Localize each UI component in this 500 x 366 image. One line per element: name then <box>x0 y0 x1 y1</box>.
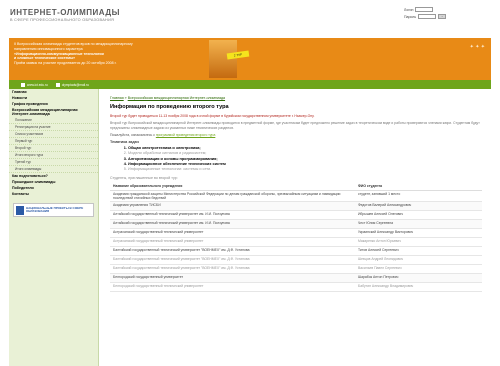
institution-cell: Балтийский государственный технический у… <box>110 264 355 274</box>
institution-cell: Алтайский государственный технический ун… <box>110 219 355 229</box>
table-header-row: Название образовательного учреждения ФИО… <box>110 182 482 191</box>
breadcrumb: Главная » Всероссийская междисциплинарна… <box>110 96 490 100</box>
breadcrumb-current[interactable]: Всероссийская междисциплинарная Интернет… <box>128 96 225 100</box>
banner-line-5: Приём заявок на участие продлевается до … <box>14 61 117 66</box>
column-header-institution: Название образовательного учреждения <box>110 182 355 191</box>
sidebar-item[interactable]: Второй тур <box>9 145 98 152</box>
sidebar-item[interactable]: Список участников <box>9 131 98 138</box>
page-title: Информация по проведению второго тура <box>110 104 229 110</box>
national-projects-icon <box>16 205 24 215</box>
banner-text: II Всероссийская олимпиада студентов вуз… <box>14 42 204 66</box>
institution-cell: Белгородский государственный технический… <box>110 282 355 292</box>
national-projects-banner[interactable]: НАЦИОНАЛЬНЫЕ ПРОЕКТЫ В СФЕРЕ ОБРАЗОВАНИЯ <box>13 203 94 217</box>
home-icon <box>21 82 25 87</box>
student-cell: Шарабок Антон Петрович <box>355 273 482 283</box>
national-projects-label: НАЦИОНАЛЬНЫЕ ПРОЕКТЫ В СФЕРЕ ОБРАЗОВАНИЯ <box>25 205 84 213</box>
subnav-link-mail[interactable]: olympiads@mail.ru <box>55 82 89 87</box>
table-row: Балтийский государственный технический у… <box>110 255 482 265</box>
banner-line-1: II Всероссийская олимпиада студентов вуз… <box>14 42 133 46</box>
sidebar-item[interactable]: Регистрация на участие <box>9 124 98 131</box>
student-cell: студент, занявший 1 место <box>355 190 482 202</box>
sidebar-menu: Главная Новости График проведения Всероссий… <box>9 89 98 197</box>
login-label: Логин <box>404 7 414 12</box>
sidebar: Главная Новости График проведения Всероссий… <box>9 89 99 366</box>
student-cell: Бабутин Александр Владимирович <box>355 282 482 292</box>
sidebar-item[interactable]: Первый тур <box>9 138 98 145</box>
intro-date: Второй тур будет проводиться 11-13 ноябр… <box>110 114 315 118</box>
student-cell: Украинский Александр Викторович <box>355 228 482 238</box>
table-row: Астраханский государственный технический… <box>110 228 482 238</box>
banner-line-2: направлению инновационного характера <box>14 46 83 51</box>
main-content: Главная » Всероссийская междисциплинарна… <box>110 96 490 366</box>
table-row: Алтайский государственный технический ун… <box>110 219 482 229</box>
table-row: Астраханский государственный технический… <box>110 237 482 247</box>
institution-cell: Астраханский государственный технический… <box>110 228 355 238</box>
login-form: Логин Пароль → <box>404 7 478 21</box>
mail-icon <box>55 82 60 87</box>
program-link-line: Пожалуйста, ознакомьтесь с программой пр… <box>110 133 490 137</box>
table-row: Академия гражданской защиты Министерства… <box>110 190 482 202</box>
breadcrumb-home[interactable]: Главная <box>110 96 124 100</box>
password-label: Пароль <box>404 14 417 19</box>
site-subtitle: В СФЕРЕ ПРОФЕССИОНАЛЬНОГО ОБРАЗОВАНИЯ <box>10 18 115 22</box>
institution-cell: Балтийский государственный технический у… <box>110 255 355 265</box>
student-cell: Чест Юлия Сергеевна <box>355 219 482 229</box>
sidebar-item[interactable]: Всероссийская междисциплинарная Интернет… <box>9 107 98 117</box>
topic-item: Информационные технологии: системы и сет… <box>128 167 490 172</box>
program-link-prefix: Пожалуйста, ознакомьтесь с <box>110 133 156 138</box>
sidebar-item[interactable]: Положение <box>9 117 98 124</box>
student-cell: Ибрышев Алексей Олегович <box>355 210 482 220</box>
table-row: Белгородский государственный технический… <box>110 282 482 292</box>
table-row: Академия управления ТИСБИ Федотов Валерий… <box>110 201 482 211</box>
sidebar-item[interactable]: Итоги второго тура <box>9 152 98 159</box>
students-table: Название образовательного учреждения ФИО… <box>110 182 482 292</box>
banner-decoration-icon: ✦ ✦ ✦ <box>469 44 485 50</box>
site-header: ИНТЕРНЕТ-ОЛИМПИАДЫ В СФЕРЕ ПРОФЕССИОНАЛЬ… <box>0 0 500 36</box>
sidebar-item[interactable]: Итоги олимпиады <box>9 166 98 173</box>
institution-cell: Алтайский государственный технический ун… <box>110 210 355 220</box>
login-button[interactable]: → <box>438 14 447 19</box>
institution-cell: Академия гражданской защиты Министерства… <box>110 190 355 202</box>
student-cell: Васильев Павел Сергеевич <box>355 264 482 274</box>
student-cell: Федотов Валерий Александрович <box>355 201 482 211</box>
intro-description: Второй тур Всероссийской междисциплинарн… <box>110 121 480 130</box>
topics-title: Тематика задач <box>110 140 139 145</box>
institution-cell: Астраханский государственный технический… <box>110 237 355 247</box>
program-link[interactable]: программой проведения второго тура <box>156 133 216 137</box>
student-cell: Шевцов Андрей Леонидович <box>355 255 482 265</box>
intro-text: Второй тур будет проводиться 11-13 ноябр… <box>110 114 490 118</box>
institution-cell: Академия управления ТИСБИ <box>110 201 355 211</box>
subnav-link-site[interactable]: www.ict.edu.ru <box>21 82 48 87</box>
institution-cell: Белгородский государственный университет <box>110 273 355 283</box>
banner-photo <box>209 40 237 78</box>
column-header-student: ФИО студента <box>355 182 482 191</box>
student-cell: Макаренко Антон Юрьевич <box>355 237 482 247</box>
table-row: Балтийский государственный технический у… <box>110 246 482 256</box>
subnav-bar: www.ict.edu.ru olympiads@mail.ru <box>9 80 491 89</box>
sidebar-item[interactable]: Контакты <box>9 191 98 197</box>
topics-list: Общая электротехника и электроника;Модел… <box>128 146 490 172</box>
table-row: Балтийский государственный технический у… <box>110 264 482 274</box>
students-title: Студенты, приглашенные во второй тур: <box>110 176 178 181</box>
site-title[interactable]: ИНТЕРНЕТ-ОЛИМПИАДЫ <box>10 8 120 17</box>
table-row: Алтайский государственный технический ун… <box>110 210 482 220</box>
login-input[interactable] <box>415 7 434 12</box>
sidebar-item[interactable]: Третий тур <box>9 159 98 166</box>
institution-cell: Балтийский государственный технический у… <box>110 246 355 256</box>
student-cell: Титов Алексей Сергеевич <box>355 246 482 256</box>
promo-banner[interactable]: II Всероссийская олимпиада студентов вуз… <box>9 38 491 80</box>
table-row: Белгородский государственный университет… <box>110 273 482 283</box>
password-input[interactable] <box>418 14 437 19</box>
